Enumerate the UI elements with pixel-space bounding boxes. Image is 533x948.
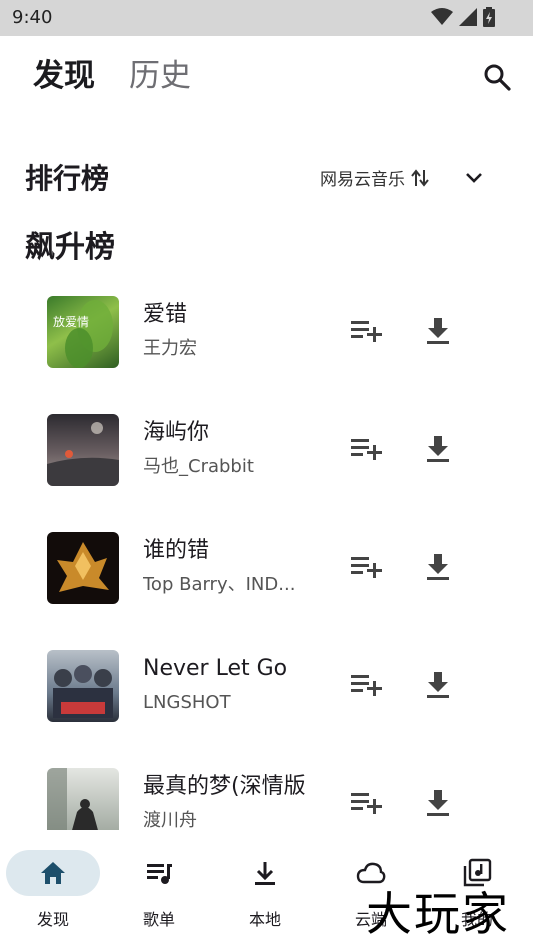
song-item[interactable]: 最真的梦(深情版 渡川舟 (0, 752, 533, 830)
cover-text: 放爱情 (53, 314, 89, 329)
tab-history[interactable]: 历史 (129, 56, 191, 96)
song-artist: 渡川舟 (143, 810, 197, 830)
song-title: 谁的错 (143, 538, 210, 563)
album-cover (47, 650, 119, 722)
download-icon[interactable] (425, 316, 451, 346)
status-bar: 9:40 (0, 0, 533, 36)
song-item[interactable]: 谁的错 Top Barry、IND... (0, 516, 533, 634)
ranking-title: 排行榜 (25, 162, 110, 195)
playlist-add-icon[interactable] (351, 318, 383, 344)
playlist-add-icon[interactable] (351, 554, 383, 580)
battery-icon (483, 7, 495, 27)
queue-music-icon (147, 864, 172, 884)
song-title: 最真的梦(深情版 (143, 774, 306, 799)
song-artist: 马也_Crabbit (143, 456, 254, 477)
tab-discover[interactable]: 发现 (33, 56, 95, 96)
album-cover (47, 414, 119, 486)
swap-vert-icon (411, 168, 429, 187)
nav-item-discover[interactable]: 发现 (0, 836, 106, 948)
song-title: 爱错 (143, 302, 188, 327)
download-icon[interactable] (425, 552, 451, 582)
album-cover (47, 532, 119, 604)
playlist-add-icon[interactable] (351, 436, 383, 462)
search-icon[interactable] (482, 62, 512, 92)
status-time: 9:40 (12, 7, 53, 28)
song-artist: LNGSHOT (143, 692, 231, 713)
download-icon[interactable] (425, 788, 451, 818)
nav-item-local[interactable]: 本地 (212, 836, 318, 948)
top-tabs: 发现 历史 (33, 56, 191, 96)
nav-label: 本地 (248, 910, 281, 929)
wifi-icon (431, 8, 453, 25)
chevron-down-icon[interactable] (462, 166, 486, 190)
song-title: Never Let Go (143, 656, 288, 681)
chart-name: 飙升榜 (25, 230, 115, 265)
song-artist: 王力宏 (143, 338, 197, 359)
watermark-logo: 大玩家 (366, 887, 510, 941)
song-artist: Top Barry、IND... (143, 574, 296, 595)
song-title: 海屿你 (143, 420, 210, 445)
status-icons (431, 7, 495, 27)
playlist-add-icon[interactable] (351, 672, 383, 698)
download-icon (255, 862, 275, 885)
song-item[interactable]: Never Let Go LNGSHOT (0, 634, 533, 752)
song-list[interactable]: 放爱情 爱错 王力宏 海屿你 马也_Crabbit 谁的错 Top Barry、… (0, 280, 533, 830)
album-cover: 放爱情 (47, 296, 119, 368)
song-item[interactable]: 海屿你 马也_Crabbit (0, 398, 533, 516)
signal-icon (459, 8, 477, 26)
source-label: 网易云音乐 (320, 170, 405, 190)
album-cover (47, 768, 119, 830)
download-icon[interactable] (425, 670, 451, 700)
playlist-add-icon[interactable] (351, 790, 383, 816)
nav-item-playlist[interactable]: 歌单 (106, 836, 212, 948)
song-item[interactable]: 放爱情 爱错 王力宏 (0, 280, 533, 398)
source-selector[interactable]: 网易云音乐 (320, 165, 429, 190)
download-icon[interactable] (425, 434, 451, 464)
nav-label: 歌单 (142, 910, 175, 929)
home-icon (41, 862, 65, 884)
nav-label: 发现 (36, 910, 69, 929)
